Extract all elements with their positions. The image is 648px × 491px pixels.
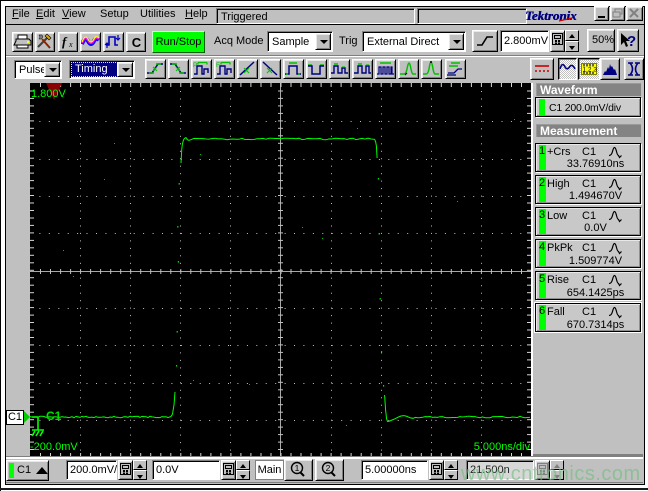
- svg-text:?: ?: [627, 33, 636, 50]
- svg-text:2: 2: [326, 463, 331, 473]
- svg-text:P: P: [193, 62, 197, 69]
- svg-text:f: f: [62, 34, 68, 49]
- svg-text:C1: C1: [46, 409, 62, 423]
- svg-text:5.000ns/div: 5.000ns/div: [474, 441, 531, 453]
- svg-text:F: F: [216, 62, 220, 69]
- svg-text:x: x: [68, 40, 73, 49]
- svg-text:1 2 3: 1 2 3: [583, 67, 598, 74]
- svg-text:1.800V: 1.800V: [31, 88, 67, 100]
- svg-text:-200.0mV: -200.0mV: [30, 441, 78, 453]
- svg-text:1: 1: [295, 463, 300, 473]
